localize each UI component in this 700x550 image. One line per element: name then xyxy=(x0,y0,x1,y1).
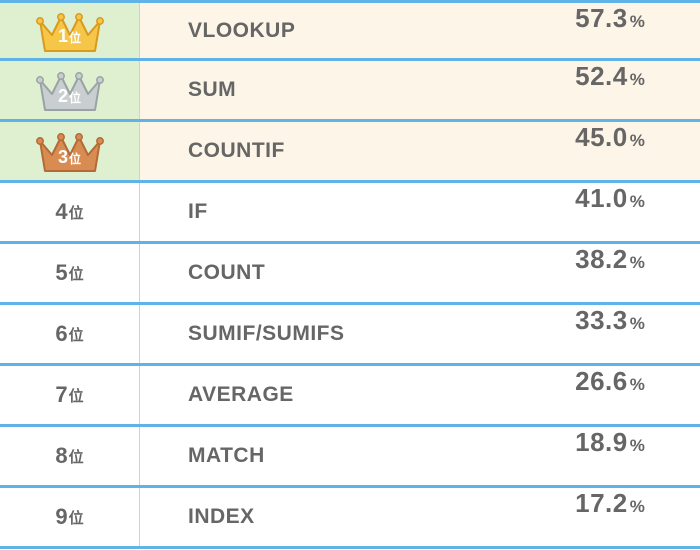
table-row: 5 位COUNT 38.2 % xyxy=(0,244,700,305)
percent-suffix: % xyxy=(630,131,645,151)
function-name: COUNT xyxy=(140,244,530,302)
rank-suffix: 位 xyxy=(69,29,81,46)
rank-badge-label: 3 位 xyxy=(58,147,81,168)
rank-suffix: 位 xyxy=(69,202,84,223)
rank-number: 7 xyxy=(55,382,67,408)
rank-cell: 7 位 xyxy=(0,366,140,424)
rank-cell: 5 位 xyxy=(0,244,140,302)
rank-suffix: 位 xyxy=(69,89,81,106)
rank-number: 5 xyxy=(55,260,67,286)
rank-suffix: 位 xyxy=(69,507,84,528)
rank-cell: 3 位 xyxy=(0,122,140,180)
function-name: AVERAGE xyxy=(140,366,530,424)
percent-suffix: % xyxy=(630,314,645,334)
table-row: 7 位AVERAGE 26.6 % xyxy=(0,366,700,427)
table-row: 1 位 VLOOKUP 57.3 % xyxy=(0,0,700,61)
rank-cell: 1 位 xyxy=(0,3,140,58)
percent-cell: 45.0 % xyxy=(530,122,700,180)
table-row: 3 位 COUNTIF 45.0 % xyxy=(0,122,700,183)
rank-cell: 8 位 xyxy=(0,427,140,485)
table-row: 6 位SUMIF/SUMIFS 33.3 % xyxy=(0,305,700,366)
percent-suffix: % xyxy=(630,192,645,212)
percent-value: 38.2 xyxy=(575,244,628,275)
percent-cell: 38.2 % xyxy=(530,244,700,302)
table-row: 9 位INDEX 17.2 % xyxy=(0,488,700,549)
function-name: INDEX xyxy=(140,488,530,546)
percent-suffix: % xyxy=(630,375,645,395)
percent-cell: 41.0 % xyxy=(530,183,700,241)
rank-badge-label: 2 位 xyxy=(58,86,81,107)
rank-cell: 2 位 xyxy=(0,61,140,119)
function-name: SUM xyxy=(140,61,530,119)
function-name: VLOOKUP xyxy=(140,3,530,58)
rank-number: 9 xyxy=(55,504,67,530)
crown-icon: 3 位 xyxy=(34,127,106,175)
percent-value: 26.6 xyxy=(575,366,628,397)
table-row: 4 位IF 41.0 % xyxy=(0,183,700,244)
rank-cell: 9 位 xyxy=(0,488,140,546)
table-row: 2 位 SUM 52.4 % xyxy=(0,61,700,122)
percent-value: 18.9 xyxy=(575,427,628,458)
function-name: SUMIF/SUMIFS xyxy=(140,305,530,363)
rank-cell: 6 位 xyxy=(0,305,140,363)
percent-cell: 52.4 % xyxy=(530,61,700,119)
rank-cell: 4 位 xyxy=(0,183,140,241)
ranking-table: 1 位 VLOOKUP 57.3 % 2 位 SUM 52.4 % xyxy=(0,0,700,549)
function-name: MATCH xyxy=(140,427,530,485)
table-row: 8 位MATCH 18.9 % xyxy=(0,427,700,488)
crown-icon: 2 位 xyxy=(34,66,106,114)
percent-suffix: % xyxy=(630,70,645,90)
percent-suffix: % xyxy=(630,253,645,273)
rank-suffix: 位 xyxy=(69,150,81,167)
percent-value: 57.3 xyxy=(575,3,628,34)
rank-badge-label: 1 位 xyxy=(58,26,81,47)
percent-value: 52.4 xyxy=(575,61,628,92)
percent-cell: 18.9 % xyxy=(530,427,700,485)
percent-cell: 26.6 % xyxy=(530,366,700,424)
rank-suffix: 位 xyxy=(69,263,84,284)
rank-number: 1 xyxy=(58,26,68,47)
percent-suffix: % xyxy=(630,436,645,456)
rank-suffix: 位 xyxy=(69,446,84,467)
rank-number: 4 xyxy=(55,199,67,225)
percent-cell: 57.3 % xyxy=(530,3,700,58)
percent-cell: 17.2 % xyxy=(530,488,700,546)
rank-number: 3 xyxy=(58,147,68,168)
rank-number: 6 xyxy=(55,321,67,347)
rank-suffix: 位 xyxy=(69,324,84,345)
percent-value: 17.2 xyxy=(575,488,628,519)
percent-value: 41.0 xyxy=(575,183,628,214)
crown-icon: 1 位 xyxy=(34,7,106,55)
percent-value: 33.3 xyxy=(575,305,628,336)
function-name: COUNTIF xyxy=(140,122,530,180)
percent-cell: 33.3 % xyxy=(530,305,700,363)
rank-number: 2 xyxy=(58,86,68,107)
percent-suffix: % xyxy=(630,12,645,32)
rank-suffix: 位 xyxy=(69,385,84,406)
rank-number: 8 xyxy=(55,443,67,469)
percent-suffix: % xyxy=(630,497,645,517)
function-name: IF xyxy=(140,183,530,241)
percent-value: 45.0 xyxy=(575,122,628,153)
